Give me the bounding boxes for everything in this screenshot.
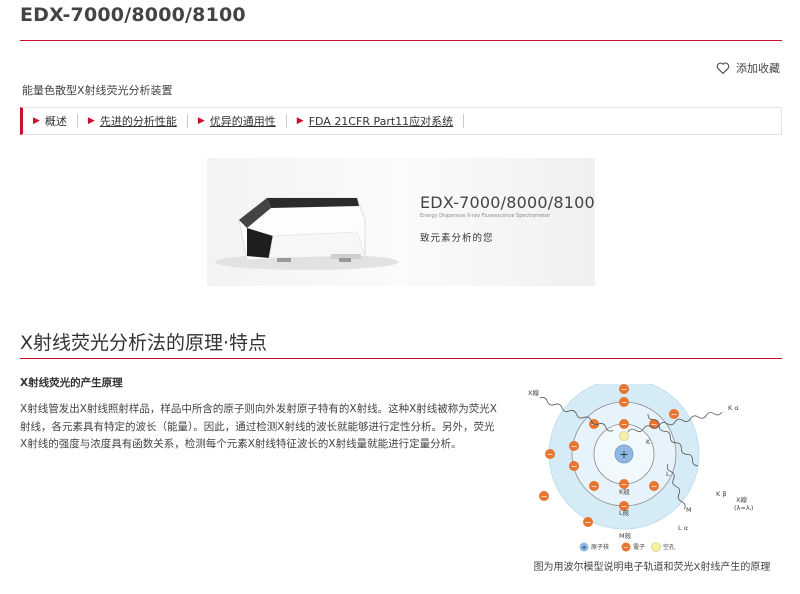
tab-advanced-performance[interactable]: ▶ 先进的分析性能 [78,114,188,128]
l-shell-label: L殻 [619,508,630,517]
section-subheading: X射线荧光的产生原理 [20,377,123,389]
tab-label: 优异的通用性 [209,115,276,128]
nucleus: + [614,444,634,464]
legend-electron: 電子 [633,544,645,551]
play-arrow-icon: ▶ [87,116,95,126]
svg-text:−: − [585,518,592,527]
tab-label: FDA 21CFR Part11应对系统 [308,115,454,128]
diagram-legend: + 原子核 − 電子 空孔 [579,542,675,552]
page-subtitle: 能量色散型X射线荧光分析装置 [22,84,173,97]
k-shell-label: K殻 [619,487,630,496]
section-tabs: ▶ 概述 ▶ 先进的分析性能 ▶ 优异的通用性 ▶ FDA 21CFR Part… [20,107,782,135]
section-divider [20,358,782,359]
play-arrow-icon: ▶ [197,116,205,126]
svg-text:−: − [621,420,628,429]
svg-text:−: − [651,482,658,491]
play-arrow-icon: ▶ [296,116,304,126]
legend-vacancy: 空孔 [663,543,675,551]
svg-text:−: − [541,492,548,501]
shell-l-letter: L [666,470,670,478]
tab-fda-part11[interactable]: ▶ FDA 21CFR Part11应对系统 [287,114,465,128]
play-arrow-icon: ▶ [33,116,40,126]
page-title: EDX-7000/8000/8100 [20,4,246,26]
svg-text:−: − [571,462,578,471]
xray-out-label: X線 [736,495,747,504]
heart-icon [716,62,730,74]
svg-text:−: − [547,450,554,459]
xray-in-label: X線 [528,388,539,397]
tab-label: 概述 [44,115,67,128]
diagram-caption: 图为用波尔模型说明电子轨道和荧光X射线产生的原理 [533,562,771,573]
tab-overview[interactable]: ▶ 概述 [23,114,78,128]
svg-text:+: + [581,544,587,552]
add-favorite-label: 添加收藏 [736,62,780,75]
svg-text:+: + [619,448,628,461]
section-title: X射线荧光分析法的原理·特点 [20,332,268,354]
m-shell-label: M殻 [619,531,632,540]
svg-text:−: − [591,482,598,491]
instrument-image [215,197,399,270]
title-divider [20,40,782,41]
hero-slogan: 致元素分析的您 [420,233,494,244]
bohr-model-diagram: + − − − − − − − − − − − − − − − X線 K α K… [528,384,753,552]
tab-versatility[interactable]: ▶ 优异的通用性 [188,114,287,128]
svg-text:−: − [671,410,678,419]
product-hero-banner: EDX-7000/8000/8100 Energy Dispersive X-r… [207,158,595,286]
vacancy [619,431,629,441]
l-alpha-label: L α [678,524,688,532]
svg-text:−: − [621,398,628,407]
hero-english-name: Energy Dispersive X-ray Fluorescence Spe… [420,213,551,219]
hero-product-name: EDX-7000/8000/8100 [420,193,595,212]
svg-text:−: − [623,544,629,552]
xray-out-formula: (λ=λᵢ) [734,504,753,512]
svg-text:−: − [621,385,628,394]
add-favorite-button[interactable]: 添加收藏 [716,60,780,76]
k-alpha-label: K α [728,404,739,412]
tab-label: 先进的分析性能 [99,115,177,128]
svg-text:−: − [571,442,578,451]
section-paragraph: X射线管发出X射线照射样品，样品中所含的原子则向外发射原子特有的X射线。这种X射… [20,403,497,450]
shell-m-letter: M [686,506,692,514]
shell-k-letter: K [646,438,651,446]
k-beta-label: K β [716,490,726,498]
legend-nucleus: 原子核 [591,543,609,551]
